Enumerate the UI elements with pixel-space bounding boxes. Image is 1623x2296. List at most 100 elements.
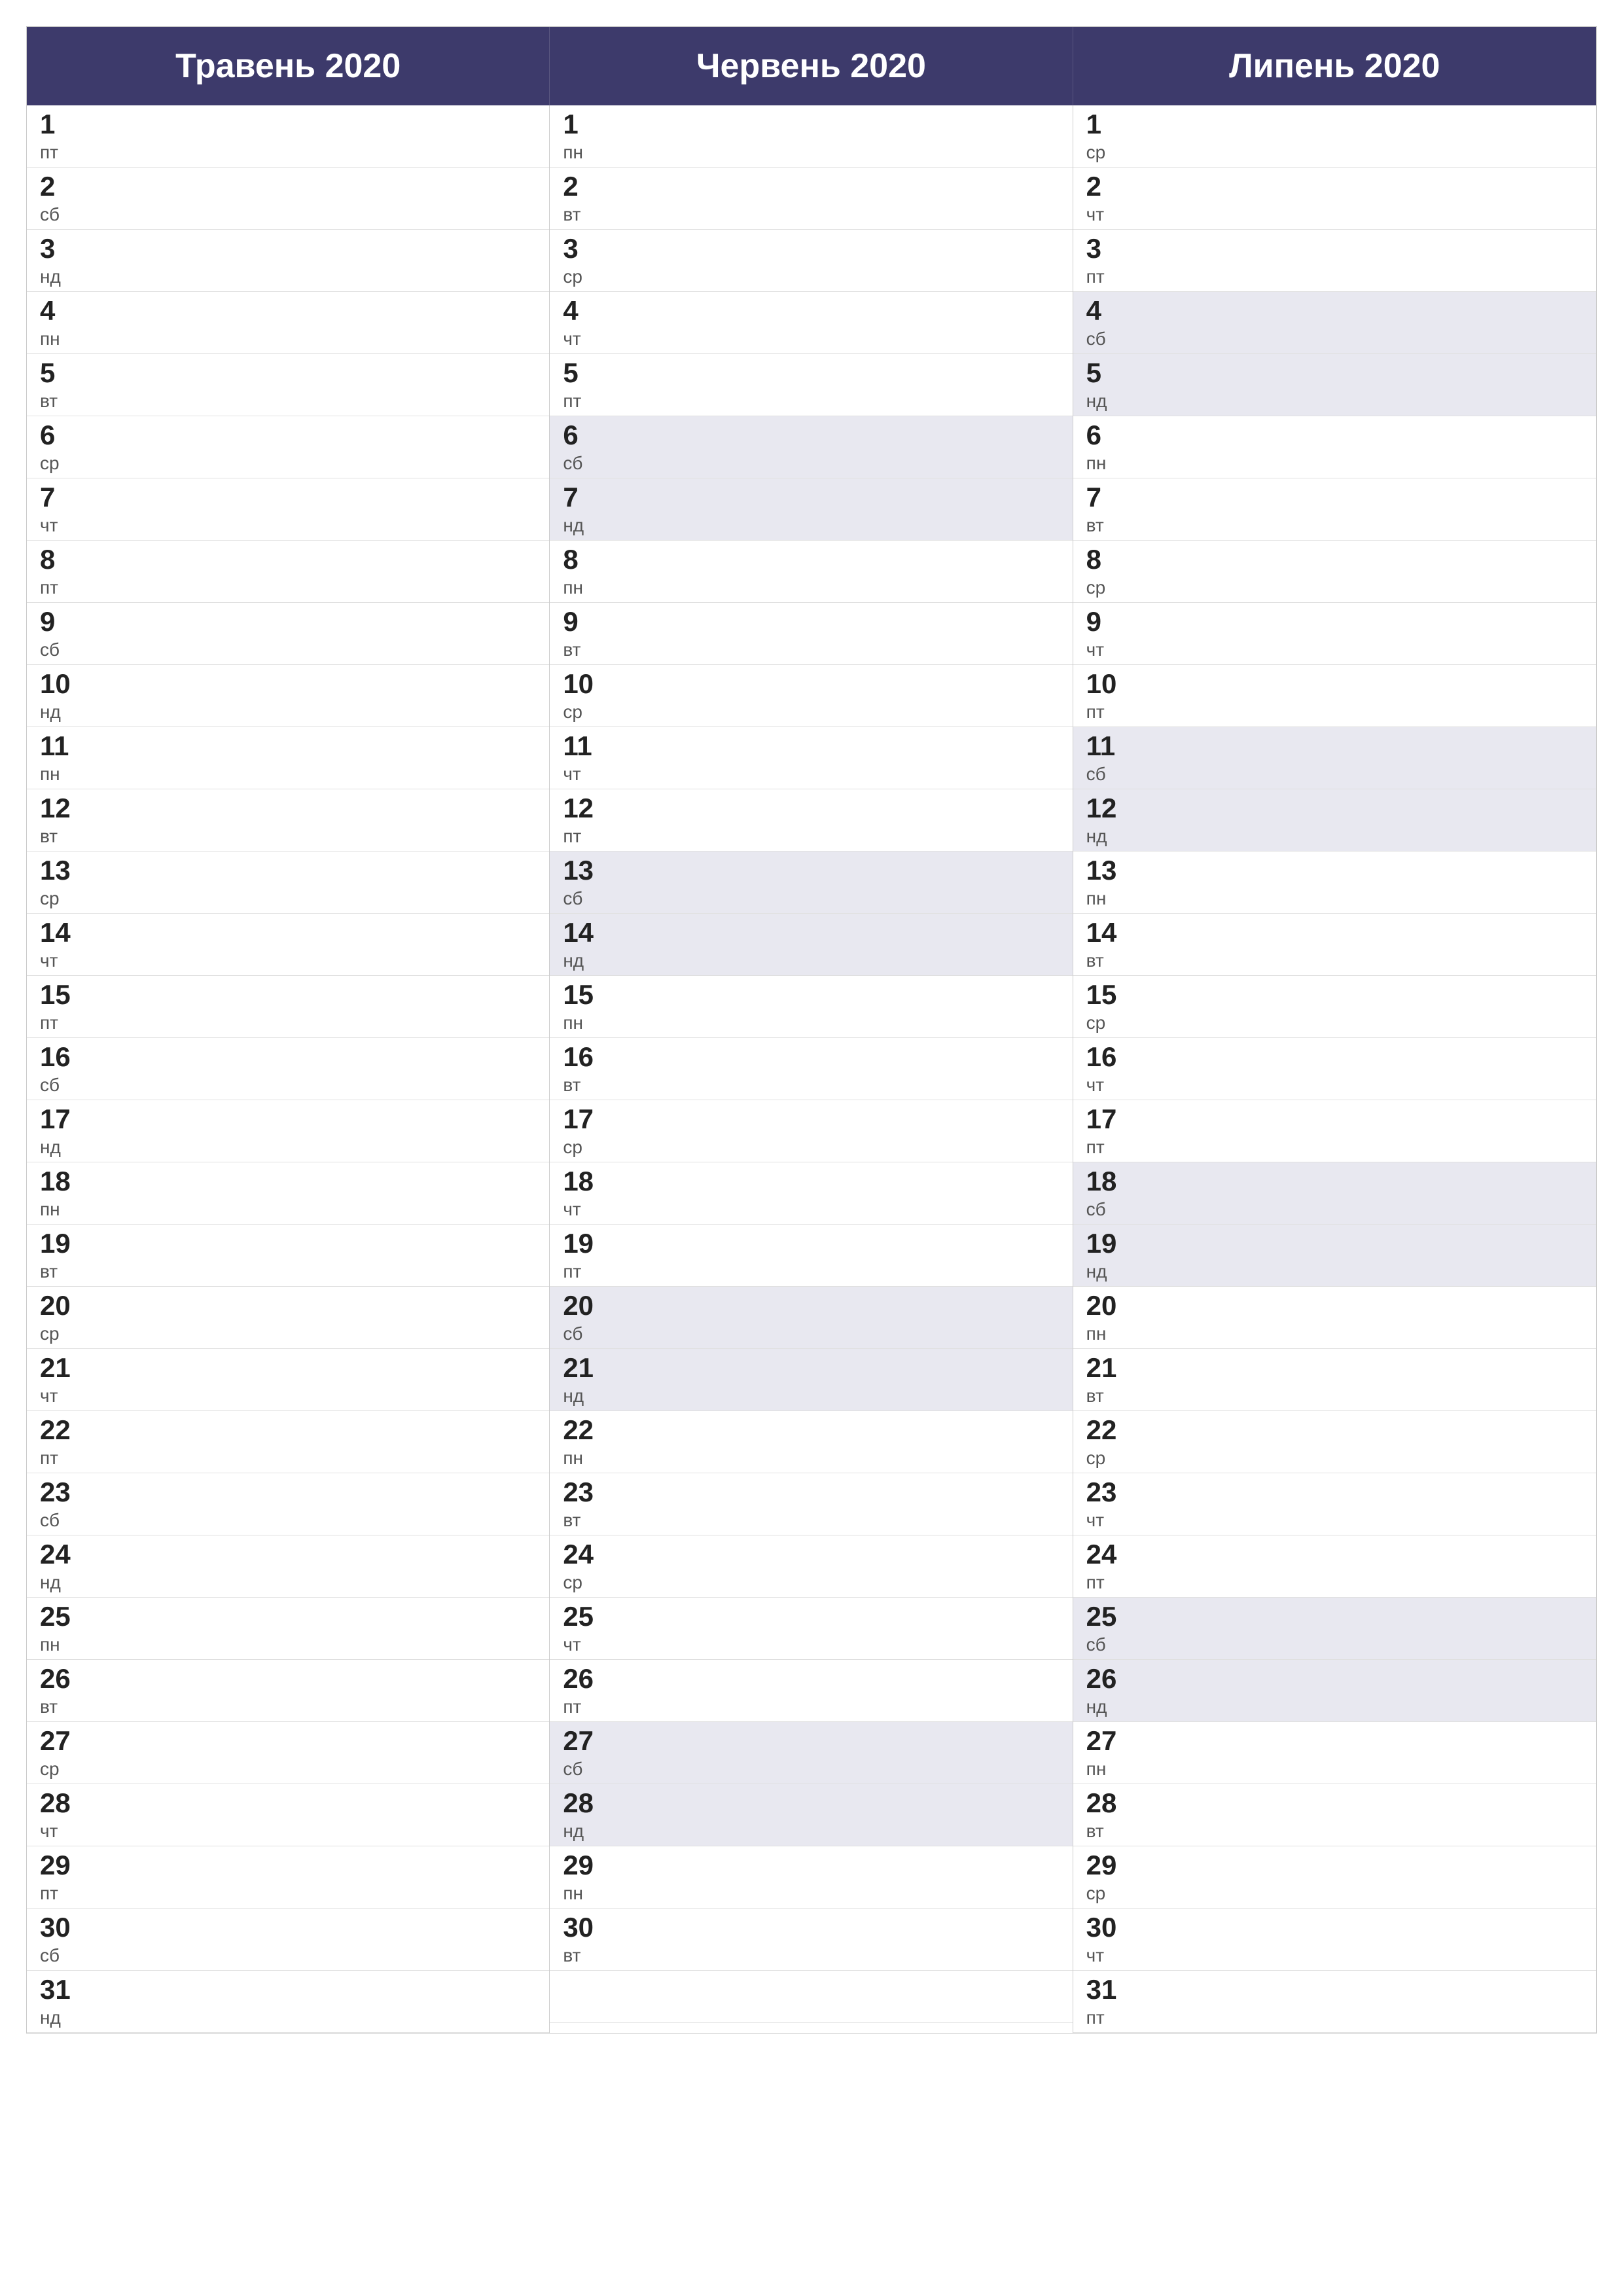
day-cell: 3 нд bbox=[40, 235, 86, 286]
day-row: 27ср bbox=[27, 1722, 549, 1784]
day-name: ср bbox=[1086, 1449, 1132, 1467]
day-name: чт bbox=[563, 1636, 609, 1654]
day-cell: 7вт bbox=[1086, 484, 1132, 535]
day-cell: 17 ср bbox=[563, 1105, 609, 1157]
day-name: вт bbox=[40, 827, 86, 846]
day-cell: 1 пт bbox=[40, 111, 86, 162]
day-row: 6сб bbox=[550, 416, 1072, 478]
day-number: 24 bbox=[563, 1541, 609, 1568]
day-name: ср bbox=[563, 1573, 609, 1592]
day-row: 27сб bbox=[550, 1722, 1072, 1784]
day-row: 30чт bbox=[1073, 1909, 1596, 1971]
day-row: 1 пт bbox=[27, 105, 549, 168]
day-number: 13 bbox=[1086, 857, 1132, 884]
day-cell: 10ср bbox=[563, 670, 609, 721]
day-number: 20 bbox=[40, 1292, 86, 1319]
day-row: 23вт bbox=[550, 1473, 1072, 1535]
day-number: 3 bbox=[1086, 235, 1132, 262]
day-name: нд bbox=[40, 703, 86, 721]
day-cell: 31пт bbox=[1086, 1976, 1132, 2027]
day-name: нд bbox=[563, 516, 609, 535]
day-cell: 13сб bbox=[563, 857, 609, 908]
day-name: вт bbox=[40, 392, 86, 410]
day-number: 28 bbox=[563, 1789, 609, 1817]
day-cell: 27пн bbox=[1086, 1727, 1132, 1778]
day-cell: 7чт bbox=[40, 484, 86, 535]
day-number: 21 bbox=[1086, 1354, 1132, 1382]
day-number: 26 bbox=[1086, 1665, 1132, 1693]
day-number: 2 bbox=[563, 173, 609, 200]
day-name: вт bbox=[563, 206, 609, 224]
day-number: 21 bbox=[563, 1354, 609, 1382]
day-row: 16вт bbox=[550, 1038, 1072, 1100]
day-cell: 18пн bbox=[40, 1168, 86, 1219]
day-number: 8 bbox=[1086, 546, 1132, 573]
day-row: 2сб bbox=[27, 168, 549, 230]
day-row: 23сб bbox=[27, 1473, 549, 1535]
day-cell: 9чт bbox=[1086, 608, 1132, 659]
day-row: 29пн bbox=[550, 1846, 1072, 1909]
day-name: пн bbox=[1086, 1760, 1132, 1778]
day-row: 24пт bbox=[1073, 1535, 1596, 1598]
day-number: 29 bbox=[563, 1852, 609, 1879]
day-name: пт bbox=[40, 143, 86, 162]
month-header-0: Травень 2020 bbox=[27, 27, 550, 105]
day-number: 26 bbox=[40, 1665, 86, 1693]
day-row: 25сб bbox=[1073, 1598, 1596, 1660]
day-cell: 1пн bbox=[563, 111, 609, 162]
day-number: 6 bbox=[563, 422, 609, 449]
day-name: сб bbox=[40, 206, 86, 224]
day-number: 15 bbox=[563, 981, 609, 1009]
day-row: 31пт bbox=[1073, 1971, 1596, 2033]
day-row: 14вт bbox=[1073, 914, 1596, 976]
day-number: 11 bbox=[563, 732, 609, 760]
day-row: 15пт bbox=[27, 976, 549, 1038]
day-cell: 2сб bbox=[40, 173, 86, 224]
day-cell: 5вт bbox=[40, 359, 86, 410]
day-name: нд bbox=[563, 1387, 609, 1405]
day-name: пн bbox=[563, 579, 609, 597]
day-cell: 19пт bbox=[563, 1230, 609, 1281]
empty-day-row bbox=[550, 1971, 1072, 2023]
day-name: нд bbox=[40, 268, 86, 286]
day-number: 17 bbox=[563, 1105, 609, 1133]
day-name: вт bbox=[40, 1263, 86, 1281]
day-row: 29пт bbox=[27, 1846, 549, 1909]
day-cell: 2чт bbox=[1086, 173, 1132, 224]
day-name: нд bbox=[563, 952, 609, 970]
day-number: 23 bbox=[1086, 1479, 1132, 1506]
day-cell: 20 ср bbox=[40, 1292, 86, 1343]
day-number: 15 bbox=[40, 981, 86, 1009]
day-number: 19 bbox=[1086, 1230, 1132, 1257]
day-row: 9сб bbox=[27, 603, 549, 665]
day-name: нд bbox=[1086, 827, 1132, 846]
day-name: ср bbox=[40, 1325, 86, 1343]
day-row: 2чт bbox=[1073, 168, 1596, 230]
day-cell: 6ср bbox=[40, 422, 86, 473]
day-name: ср bbox=[40, 889, 86, 908]
day-name: чт bbox=[40, 1822, 86, 1840]
day-number: 18 bbox=[40, 1168, 86, 1195]
day-name: ср bbox=[563, 1138, 609, 1157]
day-row: 12нд bbox=[1073, 789, 1596, 852]
day-row: 18чт bbox=[550, 1162, 1072, 1225]
day-name: пт bbox=[1086, 1573, 1132, 1592]
day-number: 5 bbox=[1086, 359, 1132, 387]
day-cell: 28 чт bbox=[40, 1789, 86, 1840]
day-number: 27 bbox=[563, 1727, 609, 1755]
day-cell: 20сб bbox=[563, 1292, 609, 1343]
day-number: 8 bbox=[40, 546, 86, 573]
day-row: 19пт bbox=[550, 1225, 1072, 1287]
day-number: 28 bbox=[40, 1789, 86, 1817]
day-name: чт bbox=[563, 330, 609, 348]
day-name: ср bbox=[1086, 143, 1132, 162]
day-row: 6пн bbox=[1073, 416, 1596, 478]
day-name: вт bbox=[1086, 516, 1132, 535]
day-row: 12пт bbox=[550, 789, 1072, 852]
day-number: 1 bbox=[40, 111, 86, 138]
day-number: 3 bbox=[40, 235, 86, 262]
day-name: пн bbox=[40, 1636, 86, 1654]
day-number: 24 bbox=[40, 1541, 86, 1568]
day-cell: 10пт bbox=[1086, 670, 1132, 721]
day-row: 21вт bbox=[1073, 1349, 1596, 1411]
